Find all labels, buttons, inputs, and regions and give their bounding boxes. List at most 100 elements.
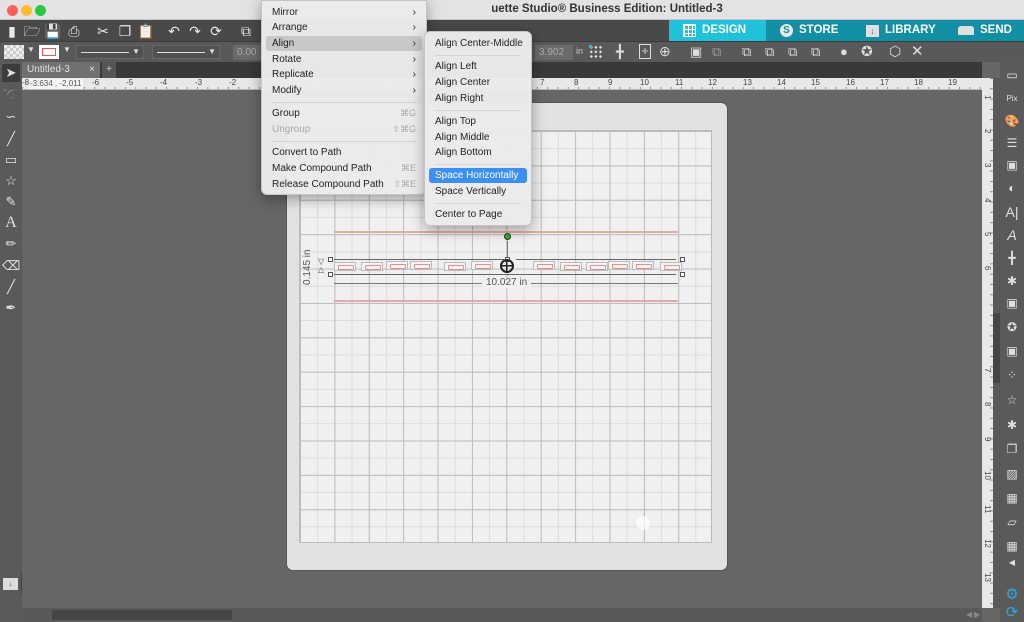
horizontal-scrollbar[interactable]: ◀ ▶	[22, 608, 982, 622]
contrast-icon[interactable]: ◐	[1003, 179, 1021, 197]
sketch-icon[interactable]: ⁘	[1003, 366, 1021, 384]
design-piece[interactable]	[560, 262, 582, 271]
menu-item-align-right[interactable]: Align Right	[429, 91, 527, 106]
resize-handle[interactable]	[328, 257, 333, 262]
redo-icon[interactable]: ↷	[186, 22, 204, 40]
menu-item-align-middle[interactable]: Align Middle	[429, 130, 527, 145]
line-color-swatch[interactable]	[39, 45, 59, 59]
ungroup-icon[interactable]: ⧉	[712, 44, 721, 60]
resize-handle[interactable]	[328, 272, 333, 277]
vertical-scrollbar[interactable]	[993, 78, 1000, 608]
menu-item-mirror[interactable]: Mirror ›	[266, 5, 422, 20]
menu-item-rotate[interactable]: Rotate ›	[266, 52, 422, 67]
menu-item-align-left[interactable]: Align Left	[429, 59, 527, 74]
warp-icon[interactable]: ▦	[1003, 537, 1021, 555]
send-to-back-icon[interactable]: ⧉	[811, 44, 820, 60]
design-piece[interactable]	[410, 261, 432, 270]
save-icon[interactable]: 💾	[44, 22, 62, 40]
design-piece[interactable]	[586, 262, 608, 271]
transform-icon[interactable]: ✱	[1003, 272, 1021, 290]
document-tab[interactable]: Untitled-3 ×	[22, 62, 100, 78]
add-tab-button[interactable]: +	[102, 62, 116, 78]
resize-handle[interactable]	[680, 272, 685, 277]
offset-icon[interactable]: ✪	[1003, 318, 1021, 336]
menu-item-convert-to-path[interactable]: Convert to Path	[266, 145, 422, 160]
menu-item-modify[interactable]: Modify ›	[266, 83, 422, 98]
menu-item-make-compound-path[interactable]: Make Compound Path ⌘E	[266, 161, 422, 176]
menu-item-align-center[interactable]: Align Center	[429, 75, 527, 90]
trace-icon[interactable]: ▣	[1003, 342, 1021, 360]
menu-item-replicate[interactable]: Replicate ›	[266, 67, 422, 82]
select-tool-icon[interactable]: ➤	[2, 64, 20, 82]
design-piece[interactable]	[471, 261, 493, 270]
delete-icon[interactable]: ✕	[911, 42, 924, 60]
weld-icon[interactable]: ●	[840, 44, 848, 59]
menu-item-align-center-middle[interactable]: Align Center-Middle	[429, 36, 527, 51]
redraw-icon[interactable]: ⟳	[207, 22, 225, 40]
tab-design[interactable]: DESIGN	[669, 20, 766, 41]
design-piece[interactable]	[361, 262, 383, 271]
menu-item-release-compound-path[interactable]: Release Compound Path ⇧⌘E	[266, 177, 422, 192]
align-panel-icon[interactable]: ╋	[1003, 249, 1021, 267]
close-tab-icon[interactable]: ×	[89, 62, 95, 78]
design-piece[interactable]	[386, 261, 408, 270]
line-style-dropdown[interactable]: ▼	[76, 45, 144, 59]
page-setup-icon[interactable]: ▭	[1003, 66, 1021, 84]
menu-item-align[interactable]: Align ›	[266, 36, 422, 51]
select-all-icon[interactable]: ⧉	[237, 22, 255, 40]
line-pattern-dropdown[interactable]: ▼	[152, 45, 220, 59]
tab-library[interactable]: ↓ LIBRARY	[852, 20, 944, 41]
line-tool-icon[interactable]: ╱	[2, 130, 20, 148]
modify-icon[interactable]: ▣	[1003, 294, 1021, 312]
eyedropper-tool-icon[interactable]: ✒	[2, 299, 20, 317]
stripes-icon[interactable]: ▨	[1003, 465, 1021, 483]
line-width-input[interactable]: 0.00	[233, 45, 261, 60]
knife-tool-icon[interactable]: ╱	[2, 278, 20, 296]
send-backward-icon[interactable]: ⧉	[788, 44, 797, 60]
perspective-icon[interactable]: ▱	[1003, 513, 1021, 531]
menu-item-space-vertically[interactable]: Space Vertically	[429, 184, 527, 199]
vertical-scroll-thumb[interactable]	[993, 313, 1000, 383]
menu-item-center-to-page[interactable]: Center to Page	[429, 207, 527, 222]
image-effects-icon[interactable]: ▣	[1003, 156, 1021, 174]
text-to-path-icon[interactable]: A	[1003, 226, 1021, 244]
align-icon[interactable]: ╋	[616, 44, 624, 60]
point-edit-tool-icon[interactable]: ➰	[2, 86, 20, 104]
cut-line-bottom[interactable]	[334, 300, 678, 302]
open-folder-icon[interactable]: 🗁	[23, 22, 41, 40]
design-piece[interactable]	[334, 262, 356, 271]
cut-icon[interactable]: ✂	[94, 22, 112, 40]
scroll-left-arrow-icon[interactable]: ◀	[966, 610, 972, 619]
layers-icon[interactable]: ❐	[1003, 440, 1021, 458]
bring-forward-icon[interactable]: ⧉	[765, 44, 774, 60]
menu-item-align-bottom[interactable]: Align Bottom	[429, 145, 527, 160]
settings-gear-icon[interactable]: ⚙	[1003, 586, 1021, 604]
pencil-tool-icon[interactable]: ✎	[2, 193, 20, 211]
fill-color-swatch[interactable]	[4, 45, 24, 59]
new-document-icon[interactable]: ▮	[3, 22, 21, 40]
fill-dropdown-arrow[interactable]: ▼	[27, 45, 35, 54]
line-style-panel-icon[interactable]: ☰	[1003, 134, 1021, 152]
menu-item-align-top[interactable]: Align Top	[429, 114, 527, 129]
copy-icon[interactable]: ❐	[116, 22, 134, 40]
pixscan-icon[interactable]: Pix	[1003, 90, 1021, 108]
crosshair-icon[interactable]: ⊕	[659, 43, 671, 60]
text-style-icon[interactable]: A|	[1003, 203, 1021, 221]
move-crosshair-icon[interactable]	[500, 259, 514, 273]
paste-icon[interactable]: 📋	[137, 22, 155, 40]
design-piece[interactable]	[533, 261, 555, 270]
eraser-tool-icon[interactable]: ⌫	[2, 257, 20, 275]
bezier-tool-icon[interactable]: ∽	[2, 108, 20, 126]
undo-icon[interactable]: ↶	[165, 22, 183, 40]
rotation-handle[interactable]	[504, 233, 511, 240]
fill-tool-icon[interactable]: ✏	[2, 235, 20, 253]
sync-icon[interactable]: ⟳	[1003, 604, 1021, 622]
globe-grid-icon[interactable]: ▦	[1003, 489, 1021, 507]
line-color-dropdown-arrow[interactable]: ▼	[63, 45, 71, 54]
resize-handle[interactable]	[680, 257, 685, 262]
3d-boxes-icon[interactable]: ⬡	[889, 43, 901, 60]
center-to-page-icon[interactable]: ✛	[639, 44, 651, 59]
horizontal-scroll-thumb[interactable]	[52, 610, 232, 620]
design-piece[interactable]	[660, 262, 682, 271]
group-icon[interactable]: ▣	[690, 44, 702, 60]
